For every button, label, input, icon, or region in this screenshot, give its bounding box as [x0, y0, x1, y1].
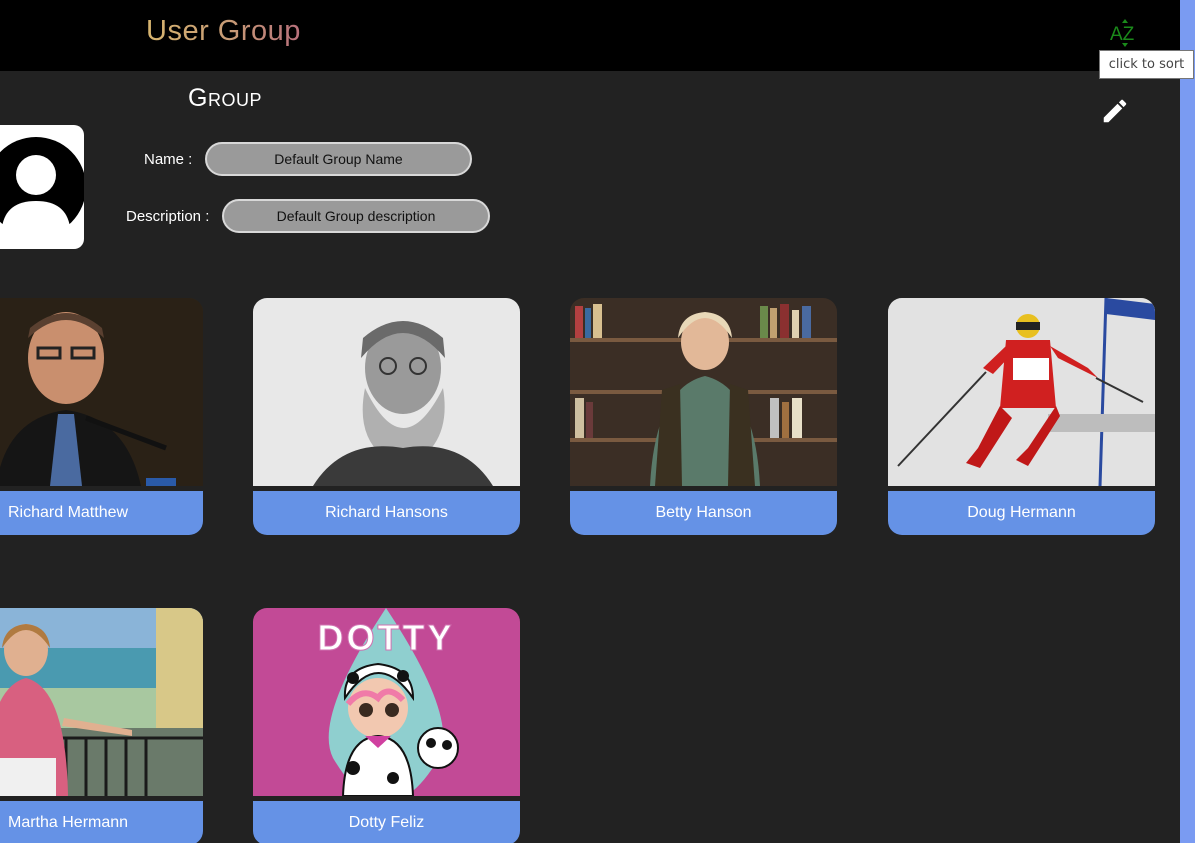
group-avatar[interactable]: [0, 125, 84, 249]
sort-icon-letters: AZ: [1110, 24, 1135, 45]
member-name: Betty Hanson: [570, 491, 837, 535]
member-photo: DOTTY: [253, 608, 520, 796]
group-name-field[interactable]: Default Group Name: [205, 142, 472, 176]
member-name: Dotty Feliz: [253, 801, 520, 843]
member-photo: [0, 608, 203, 796]
app-title: User Group: [146, 15, 301, 47]
dotty-logo-text: DOTTY: [318, 617, 455, 658]
pencil-icon[interactable]: [1100, 96, 1130, 126]
app-header: User Group AZ: [0, 0, 1180, 71]
group-heading: Group: [188, 84, 262, 112]
az-sort-icon[interactable]: AZ: [1109, 18, 1141, 48]
member-photo: [570, 298, 837, 486]
member-name: Doug Hermann: [888, 491, 1155, 535]
person-placeholder-icon: [0, 137, 84, 241]
name-label: Name :: [144, 151, 193, 168]
sort-tooltip: click to sort: [1099, 50, 1194, 79]
member-name: Richard Matthew: [0, 491, 203, 535]
description-label: Description :: [126, 208, 210, 225]
member-name: Richard Hansons: [253, 491, 520, 535]
member-photo: [888, 298, 1155, 486]
member-name: Martha Hermann: [0, 801, 203, 843]
user-group-page: User Group AZ click to sort Group Name :…: [0, 0, 1195, 843]
member-photo: [253, 298, 520, 486]
group-description-field[interactable]: Default Group description: [222, 199, 490, 233]
vertical-scrollbar[interactable]: [1180, 0, 1195, 843]
member-photo: [0, 298, 203, 486]
